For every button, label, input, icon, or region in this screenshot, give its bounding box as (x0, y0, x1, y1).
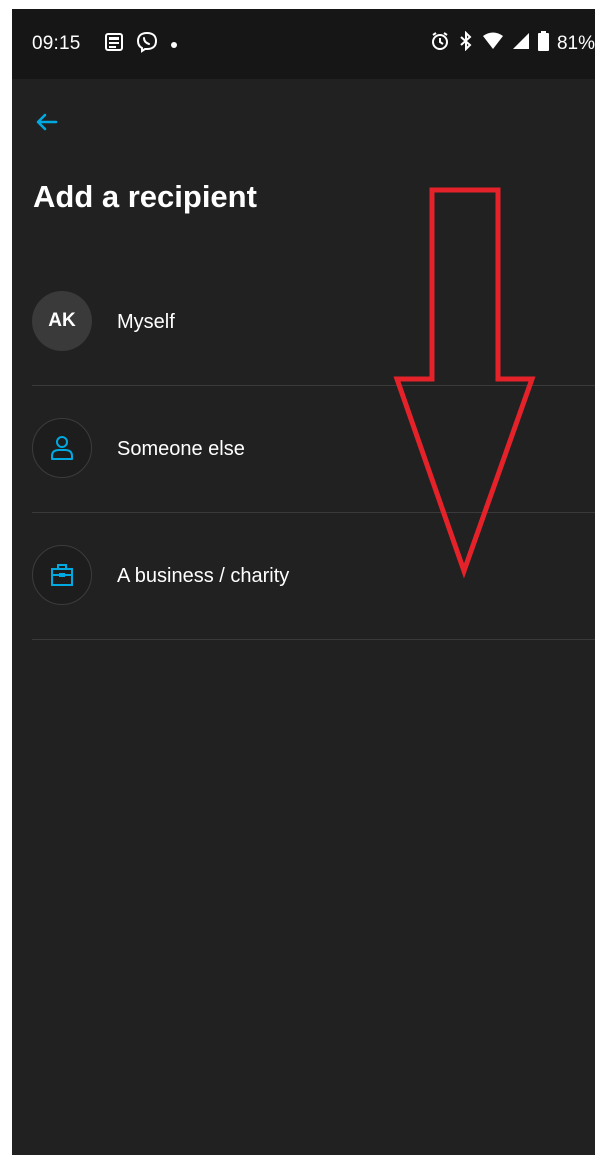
viber-icon (136, 31, 158, 58)
arrow-left-icon (36, 113, 58, 131)
person-icon (32, 418, 92, 478)
back-button[interactable] (32, 107, 62, 137)
recipient-options: AK Myself Someone else A business / char… (32, 259, 595, 640)
recipient-option-label: Myself (117, 311, 175, 333)
wifi-icon (482, 32, 504, 55)
recipient-option-business-charity[interactable]: A business / charity (32, 513, 595, 640)
battery-icon (537, 31, 549, 56)
status-system-icons: 81% (430, 30, 595, 56)
avatar: AK (32, 291, 92, 351)
signal-icon (512, 32, 530, 55)
briefcase-icon (32, 545, 92, 605)
status-notification-icons (104, 31, 178, 58)
app-screen: 09:15 81% Add a recipient AK Myself Some… (12, 9, 595, 1155)
status-bar: 09:15 81% (12, 9, 595, 79)
bluetooth-icon (458, 30, 474, 56)
recipient-option-label: A business / charity (117, 565, 290, 587)
recipient-option-myself[interactable]: AK Myself (32, 259, 595, 386)
news-icon (104, 32, 124, 57)
battery-percentage: 81% (556, 32, 595, 54)
recipient-option-label: Someone else (117, 438, 245, 460)
alarm-icon (430, 31, 450, 56)
notification-dot-icon (170, 36, 178, 54)
page-title: Add a recipient (33, 179, 257, 214)
recipient-option-someone-else[interactable]: Someone else (32, 386, 595, 513)
status-time: 09:15 (32, 33, 81, 54)
